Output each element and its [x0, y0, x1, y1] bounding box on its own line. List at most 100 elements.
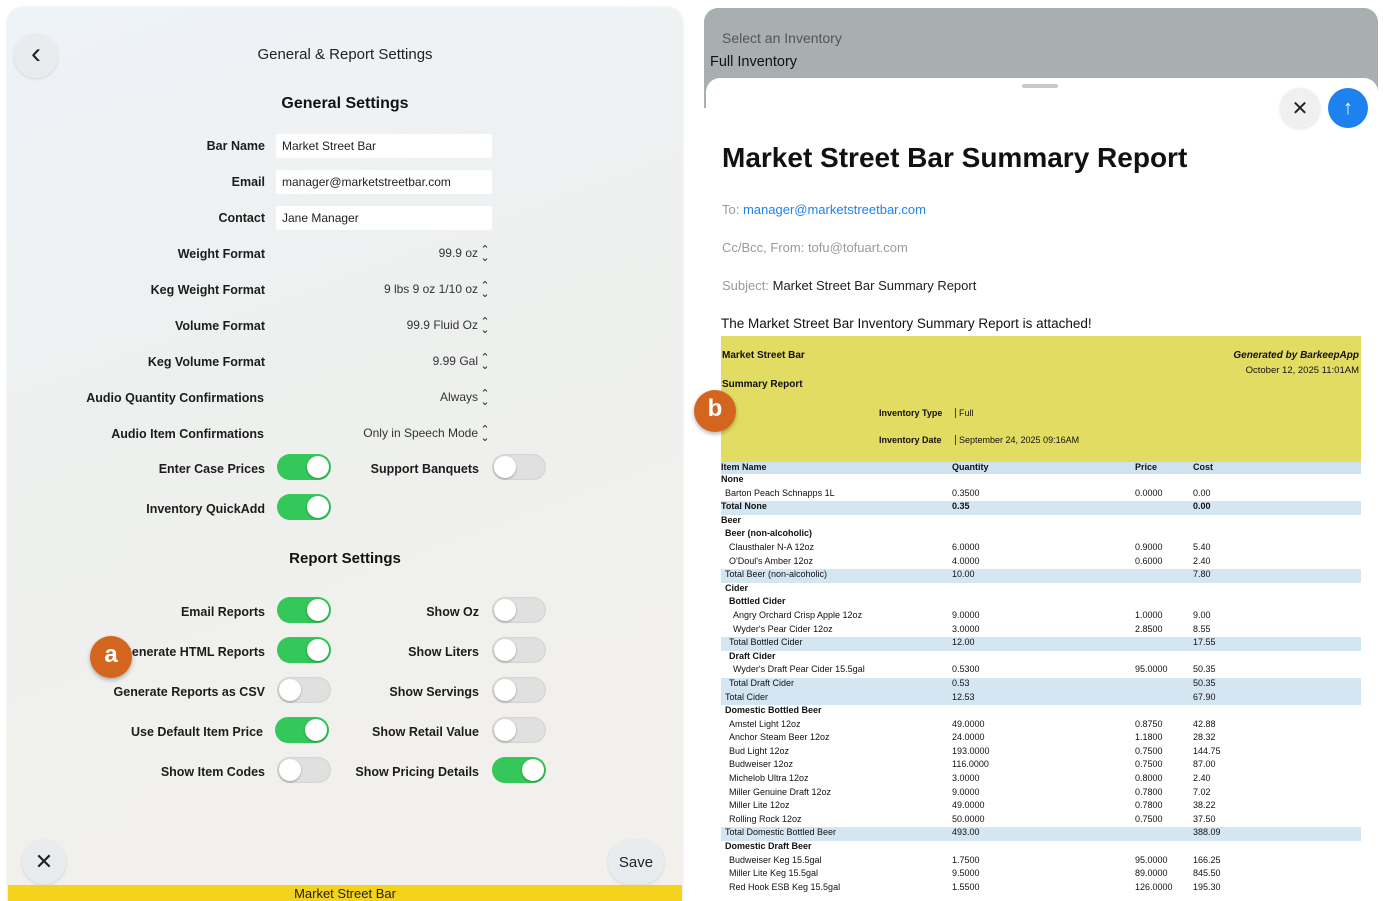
bar-name-label: Bar Name — [206, 139, 265, 153]
price-cell: 1.1800 — [1135, 732, 1163, 743]
report-bar-name: Market Street Bar — [722, 350, 805, 361]
send-button[interactable]: ↑ — [1328, 88, 1368, 128]
quantity-cell: 193.0000 — [952, 745, 990, 756]
cost-cell: 28.32 — [1193, 732, 1216, 743]
item-name-cell: Budweiser Keg 15.5gal — [729, 854, 822, 865]
show-pricing-details-toggle[interactable] — [492, 757, 546, 783]
show-servings-toggle[interactable] — [492, 677, 546, 703]
email-label: Email — [231, 175, 265, 189]
chevron-updown-icon: ⌃ ⌄ — [480, 316, 490, 336]
report-generated-by: Generated by BarkeepApp — [1233, 350, 1359, 361]
quantity-cell: 9.0000 — [952, 786, 980, 797]
quantity-cell: 0.3500 — [952, 487, 980, 498]
price-cell: 89.0000 — [1135, 868, 1168, 879]
show-retail-value-toggle[interactable] — [492, 717, 546, 743]
table-row: Budweiser 12oz 116.0000 0.7500 87.00 — [721, 759, 1361, 773]
item-name-cell: Miller Genuine Draft 12oz — [729, 786, 832, 797]
item-name-cell: Rolling Rock 12oz — [729, 813, 802, 824]
to-field[interactable]: To: manager@marketstreetbar.com — [722, 202, 926, 217]
weight-format-picker[interactable]: 99.9 oz ⌃ ⌄ — [262, 244, 492, 264]
quantity-cell: 493.00 — [952, 827, 980, 838]
item-name-cell: Clausthaler N-A 12oz — [729, 541, 815, 552]
table-row: Red Hook ESB Keg 15.5gal 1.5500 126.0000 19… — [721, 882, 1361, 896]
table-row: Bud Light 12oz 193.0000 0.7500 144.75 — [721, 746, 1361, 760]
toggle-knob — [494, 599, 516, 621]
item-name-cell: Total Cider — [725, 691, 769, 702]
mail-body[interactable]: The Market Street Bar Inventory Summary … — [721, 316, 1092, 331]
cost-cell: 38.22 — [1193, 800, 1216, 811]
table-row: Amstel Light 12oz 49.0000 0.8750 42.88 — [721, 719, 1361, 733]
price-cell: 2.8500 — [1135, 623, 1163, 634]
quantity-cell: 49.0000 — [952, 718, 985, 729]
item-name-cell: Total Bottled Cider — [729, 637, 803, 648]
show-oz-toggle[interactable] — [492, 597, 546, 623]
subject-field[interactable]: Subject: Market Street Bar Summary Repor… — [722, 278, 976, 293]
audio-item-confirmations-picker[interactable]: Only in Speech Mode ⌃ ⌄ — [262, 425, 492, 444]
keg-weight-format-picker[interactable]: 9 lbs 9 oz 1/10 oz ⌃ ⌄ — [262, 281, 492, 300]
settings-panel: ‹ General & Report Settings General Sett… — [8, 8, 682, 901]
picker-value: Always — [439, 390, 478, 405]
item-name-cell: Bottled Cider — [729, 596, 786, 607]
picker-value: 9.99 Gal — [432, 354, 478, 369]
quantity-cell: 116.0000 — [952, 759, 989, 770]
table-row: Total Bottled Cider 12.00 17.55 — [721, 637, 1361, 651]
table-row: Cider — [721, 583, 1361, 597]
show-oz-label: Show Oz — [426, 605, 479, 619]
show-liters-label: Show Liters — [408, 645, 479, 659]
price-cell: 95.0000 — [1135, 664, 1168, 675]
table-body: None Barton Peach Schnapps 1L 0.3500 0.0000… — [721, 474, 1361, 895]
chevron-updown-icon: ⌃ ⌄ — [480, 388, 490, 408]
quantity-cell: 3.0000 — [952, 623, 980, 634]
item-name-cell: Budweiser 12oz — [729, 759, 794, 770]
column-header-quantity: Quantity — [952, 462, 989, 472]
table-row: Budweiser Keg 15.5gal 1.7500 95.0000 166.25 — [721, 855, 1361, 869]
keg-weight-format-label: Keg Weight Format — [150, 283, 265, 297]
keg-volume-format-picker[interactable]: 9.99 Gal ⌃ ⌄ — [262, 353, 492, 372]
contact-field[interactable]: Jane Manager — [276, 206, 492, 230]
picker-value: 9 lbs 9 oz 1/10 oz — [383, 282, 478, 297]
toggle-knob — [494, 639, 516, 661]
general-settings-heading: General Settings — [281, 95, 409, 112]
price-cell: 0.7500 — [1135, 745, 1163, 756]
support-banquets-label: Support Banquets — [370, 462, 479, 476]
quantity-cell: 6.0000 — [952, 541, 980, 552]
show-servings-label: Show Servings — [389, 685, 479, 699]
cost-cell: 9.00 — [1193, 609, 1211, 620]
close-button[interactable]: ✕ — [22, 840, 66, 884]
inventory-quickadd-toggle[interactable] — [277, 494, 331, 520]
table-row: O'Doul's Amber 12oz 4.0000 0.6000 2.40 — [721, 556, 1361, 570]
support-banquets-toggle[interactable] — [492, 454, 546, 480]
item-name-cell: Wyder's Pear Cider 12oz — [733, 623, 833, 634]
show-liters-toggle[interactable] — [492, 637, 546, 663]
inventory-date-value: September 24, 2025 09:16AM — [955, 435, 1079, 445]
column-header-price: Price — [1135, 462, 1158, 472]
volume-format-picker[interactable]: 99.9 Fluid Oz ⌃ ⌄ — [262, 316, 492, 336]
quantity-cell: 1.5500 — [952, 881, 980, 892]
report-header: Market Street Bar Summary Report Generat… — [721, 336, 1361, 462]
bar-name-field[interactable]: Market Street Bar — [276, 134, 492, 158]
table-row: Wyder's Pear Cider 12oz 3.0000 2.8500 8.55 — [721, 624, 1361, 638]
callout-badge-a: a — [90, 636, 132, 678]
sheet-grabber[interactable] — [1022, 84, 1058, 88]
picker-value: 99.9 Fluid Oz — [406, 318, 478, 333]
cc-bcc-from-field[interactable]: Cc/Bcc, From: tofu@tofuart.com — [722, 240, 908, 255]
save-button[interactable]: Save — [608, 840, 664, 884]
close-mail-button[interactable]: ✕ — [1280, 88, 1320, 128]
table-row: Miller Lite 12oz 49.0000 0.7800 38.22 — [721, 800, 1361, 814]
email-field[interactable]: manager@marketstreetbar.com — [276, 170, 492, 194]
cost-cell: 845.50 — [1193, 868, 1221, 879]
mail-sheet: ✕ ↑ Market Street Bar Summary Report To:… — [706, 78, 1378, 901]
table-row: Domestic Bottled Beer — [721, 705, 1361, 719]
full-inventory-item[interactable]: Full Inventory — [710, 54, 797, 70]
table-row: Michelob Ultra 12oz 3.0000 0.8000 2.40 — [721, 773, 1361, 787]
table-row: Total None 0.35 0.00 — [721, 501, 1361, 515]
cost-cell: 0.00 — [1193, 501, 1211, 512]
chevron-updown-icon: ⌃ ⌄ — [480, 244, 490, 264]
inventory-type-label: Inventory Type — [879, 408, 943, 418]
cost-cell: 50.35 — [1193, 677, 1216, 688]
to-address: manager@marketstreetbar.com — [742, 202, 926, 217]
cost-cell: 50.35 — [1193, 664, 1216, 675]
table-row: Rolling Rock 12oz 50.0000 0.7500 37.50 — [721, 814, 1361, 828]
report-name: Summary Report — [722, 379, 803, 390]
audio-quantity-confirmations-picker[interactable]: Always ⌃ ⌄ — [262, 388, 492, 408]
